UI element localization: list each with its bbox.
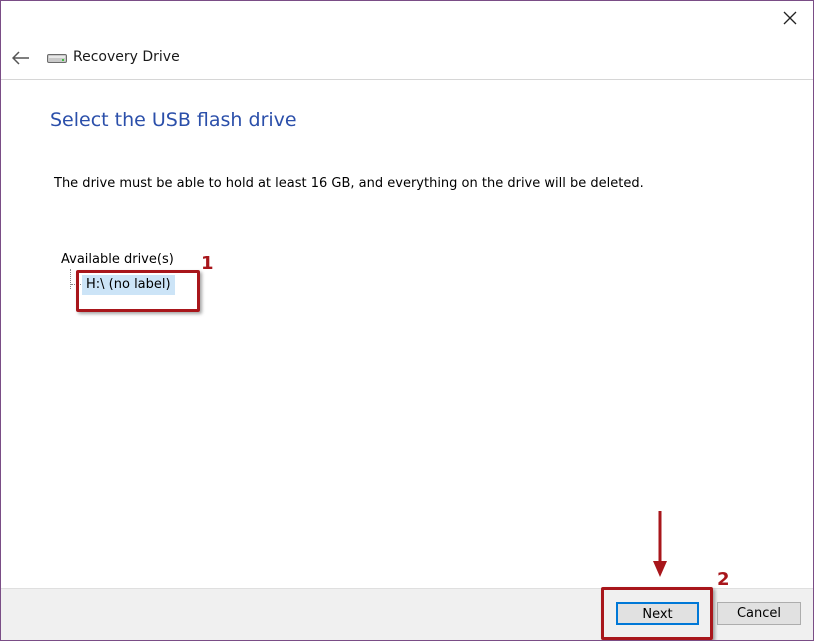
- page-heading: Select the USB flash drive: [50, 109, 297, 131]
- back-button[interactable]: [9, 46, 33, 70]
- page-description: The drive must be able to hold at least …: [54, 176, 644, 191]
- callout-box-1: [76, 270, 200, 312]
- drive-icon: [47, 54, 67, 63]
- cancel-button[interactable]: Cancel: [717, 602, 801, 625]
- down-arrow-annotation: [653, 511, 667, 577]
- window-title: Recovery Drive: [73, 49, 180, 65]
- tree-connector-vertical: [70, 269, 71, 289]
- back-arrow-icon: [12, 51, 29, 65]
- available-drives-label: Available drive(s): [61, 252, 174, 267]
- callout-number-1: 1: [201, 253, 214, 274]
- header-bar: Recovery Drive: [1, 38, 813, 80]
- close-button[interactable]: [767, 1, 813, 34]
- recovery-drive-window: Recovery Drive Select the USB flash driv…: [0, 0, 814, 641]
- close-icon: [783, 11, 797, 24]
- callout-box-2: [601, 587, 713, 640]
- callout-number-2: 2: [717, 569, 730, 590]
